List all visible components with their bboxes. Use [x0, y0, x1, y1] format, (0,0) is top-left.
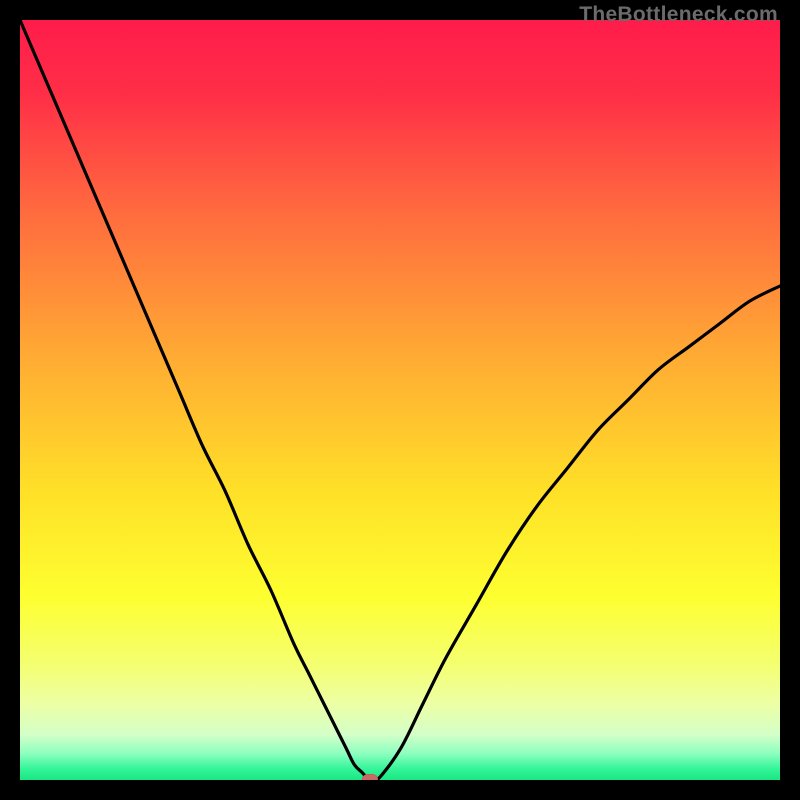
optimal-point-marker — [362, 774, 378, 780]
bottleneck-curve — [20, 20, 780, 780]
chart-frame: TheBottleneck.com — [0, 0, 800, 800]
plot-area — [20, 20, 780, 780]
